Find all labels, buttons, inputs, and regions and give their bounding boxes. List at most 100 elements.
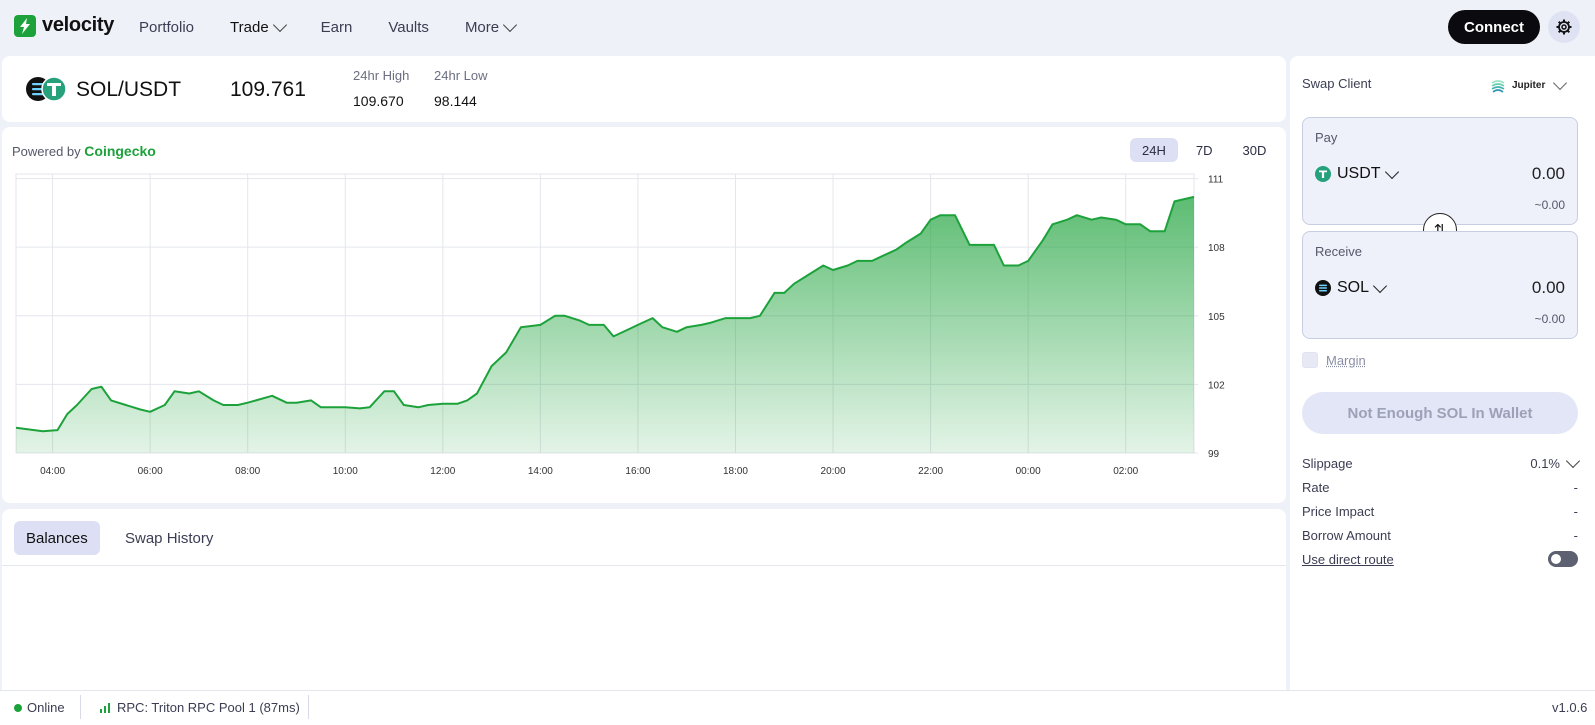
receive-label: Receive bbox=[1315, 244, 1362, 259]
top-nav: velocity Portfolio Trade Earn Vaults Mor… bbox=[0, 0, 1595, 54]
high-label: 24hr High bbox=[353, 68, 410, 83]
range-tab-7d[interactable]: 7D bbox=[1184, 138, 1225, 162]
swap-panel: Swap Client Jupiter Pay USDT ~0.00 ⇅ Rec… bbox=[1290, 56, 1595, 700]
y-tick-label: 108 bbox=[1208, 243, 1225, 254]
x-tick-label: 12:00 bbox=[430, 466, 455, 477]
low-value: 98.144 bbox=[434, 93, 477, 109]
online-status: Online bbox=[14, 700, 65, 715]
pay-label: Pay bbox=[1315, 130, 1338, 145]
online-dot-icon bbox=[14, 703, 22, 712]
price-impact-label: Price Impact bbox=[1302, 504, 1375, 519]
swap-client-select[interactable]: Jupiter bbox=[1490, 75, 1568, 93]
brand-logo[interactable]: velocity bbox=[14, 14, 114, 37]
borrow-amount-row: Borrow Amount - bbox=[1302, 528, 1578, 543]
direct-route-toggle[interactable] bbox=[1548, 551, 1578, 567]
receive-token-select[interactable]: SOL bbox=[1315, 278, 1388, 297]
direct-route-label[interactable]: Use direct route bbox=[1302, 552, 1394, 567]
receive-amount-input[interactable] bbox=[1445, 278, 1565, 298]
signal-bars-icon bbox=[100, 702, 110, 713]
chevron-down-icon bbox=[1565, 453, 1581, 469]
nav-label: Vaults bbox=[388, 18, 429, 36]
coingecko-link[interactable]: Coingecko bbox=[84, 143, 156, 159]
x-tick-label: 22:00 bbox=[918, 466, 943, 477]
borrow-amount-label: Borrow Amount bbox=[1302, 528, 1391, 543]
nav-label: Trade bbox=[230, 18, 269, 36]
brand-name: velocity bbox=[42, 14, 115, 36]
high-value: 109.670 bbox=[353, 93, 404, 109]
tab-balances[interactable]: Balances bbox=[14, 521, 100, 555]
nav-label: Portfolio bbox=[139, 18, 195, 36]
tab-swap-history[interactable]: Swap History bbox=[113, 521, 225, 555]
submit-swap-button[interactable]: Not Enough SOL In Wallet bbox=[1302, 392, 1578, 434]
x-tick-label: 06:00 bbox=[138, 466, 163, 477]
x-tick-label: 08:00 bbox=[235, 466, 260, 477]
pay-box: Pay USDT ~0.00 bbox=[1302, 117, 1578, 225]
slippage-label: Slippage bbox=[1302, 456, 1353, 471]
nav-earn[interactable]: Earn bbox=[321, 19, 353, 36]
chevron-down-icon bbox=[503, 17, 518, 32]
pay-amount-input[interactable] bbox=[1445, 164, 1565, 184]
pay-token-select[interactable]: USDT bbox=[1315, 164, 1399, 183]
x-tick-label: 16:00 bbox=[625, 466, 650, 477]
pay-usd-value: ~0.00 bbox=[1534, 198, 1565, 212]
powered-by: Powered by Coingecko bbox=[12, 143, 156, 159]
swap-client-value: Jupiter bbox=[1512, 79, 1546, 91]
toggle-knob bbox=[1551, 554, 1561, 564]
receive-token: SOL bbox=[1337, 279, 1370, 296]
nav-trade[interactable]: Trade bbox=[230, 17, 287, 36]
low-label: 24hr Low bbox=[434, 68, 488, 83]
x-tick-label: 14:00 bbox=[528, 466, 553, 477]
rpc-status[interactable]: RPC: Triton RPC Pool 1 (87ms) bbox=[100, 700, 300, 715]
online-label: Online bbox=[27, 700, 65, 715]
borrow-amount-value: - bbox=[1573, 528, 1578, 543]
powered-prefix: Powered by bbox=[12, 144, 81, 159]
status-divider bbox=[308, 695, 309, 719]
rate-value: - bbox=[1573, 480, 1578, 495]
chevron-down-icon bbox=[1372, 278, 1388, 293]
version-label: v1.0.6 bbox=[1552, 700, 1588, 715]
y-tick-label: 105 bbox=[1208, 312, 1225, 323]
pair-header: SOL/USDT 109.761 24hr High 109.670 24hr … bbox=[2, 56, 1286, 122]
nav-more[interactable]: More bbox=[465, 17, 518, 36]
nav-label: Earn bbox=[320, 18, 353, 36]
gear-icon bbox=[1556, 19, 1572, 35]
slippage-value: 0.1% bbox=[1530, 456, 1560, 471]
slippage-select[interactable]: 0.1% bbox=[1530, 453, 1581, 471]
chevron-down-icon bbox=[1384, 164, 1399, 179]
chevron-down-icon bbox=[272, 17, 287, 32]
usdt-icon bbox=[1315, 166, 1331, 182]
x-tick-label: 10:00 bbox=[333, 466, 358, 477]
nav-portfolio[interactable]: Portfolio bbox=[139, 19, 194, 36]
x-tick-label: 18:00 bbox=[723, 466, 748, 477]
x-tick-label: 04:00 bbox=[40, 466, 65, 477]
range-tabs: 24H 7D 30D bbox=[1130, 138, 1278, 162]
range-tab-24h[interactable]: 24H bbox=[1130, 138, 1178, 162]
status-divider bbox=[80, 695, 81, 719]
pair-name: SOL/USDT bbox=[76, 78, 182, 101]
status-bar: Online RPC: Triton RPC Pool 1 (87ms) v1.… bbox=[0, 690, 1595, 725]
connect-button[interactable]: Connect bbox=[1448, 10, 1540, 44]
nav-vaults[interactable]: Vaults bbox=[388, 19, 429, 36]
price-chart: 111 108 105 102 99 04:00 06:00 08:00 10:00 12:00 1… bbox=[15, 173, 1225, 477]
velocity-logo-icon bbox=[14, 14, 36, 37]
rate-label: Rate bbox=[1302, 480, 1330, 495]
x-tick-label: 20:00 bbox=[821, 466, 846, 477]
pair-price: 109.761 bbox=[230, 78, 306, 101]
chevron-down-icon bbox=[1553, 75, 1568, 90]
direct-route-row: Use direct route bbox=[1302, 551, 1578, 567]
range-tab-30d[interactable]: 30D bbox=[1230, 138, 1278, 162]
margin-label: Margin bbox=[1326, 352, 1366, 368]
rate-row: Rate - bbox=[1302, 480, 1578, 495]
settings-button[interactable] bbox=[1548, 11, 1580, 43]
pay-token: USDT bbox=[1337, 165, 1381, 182]
margin-checkbox[interactable] bbox=[1302, 352, 1318, 368]
swap-client-label: Swap Client bbox=[1302, 76, 1372, 91]
y-tick-label: 111 bbox=[1208, 175, 1224, 186]
main-nav: Portfolio Trade Earn Vaults More bbox=[139, 0, 551, 54]
price-impact-value: - bbox=[1573, 504, 1578, 519]
tabs-divider bbox=[2, 565, 1286, 566]
x-tick-label: 02:00 bbox=[1113, 466, 1138, 477]
sol-icon bbox=[1315, 280, 1331, 296]
price-impact-row: Price Impact - bbox=[1302, 504, 1578, 519]
receive-usd-value: ~0.00 bbox=[1534, 312, 1565, 326]
